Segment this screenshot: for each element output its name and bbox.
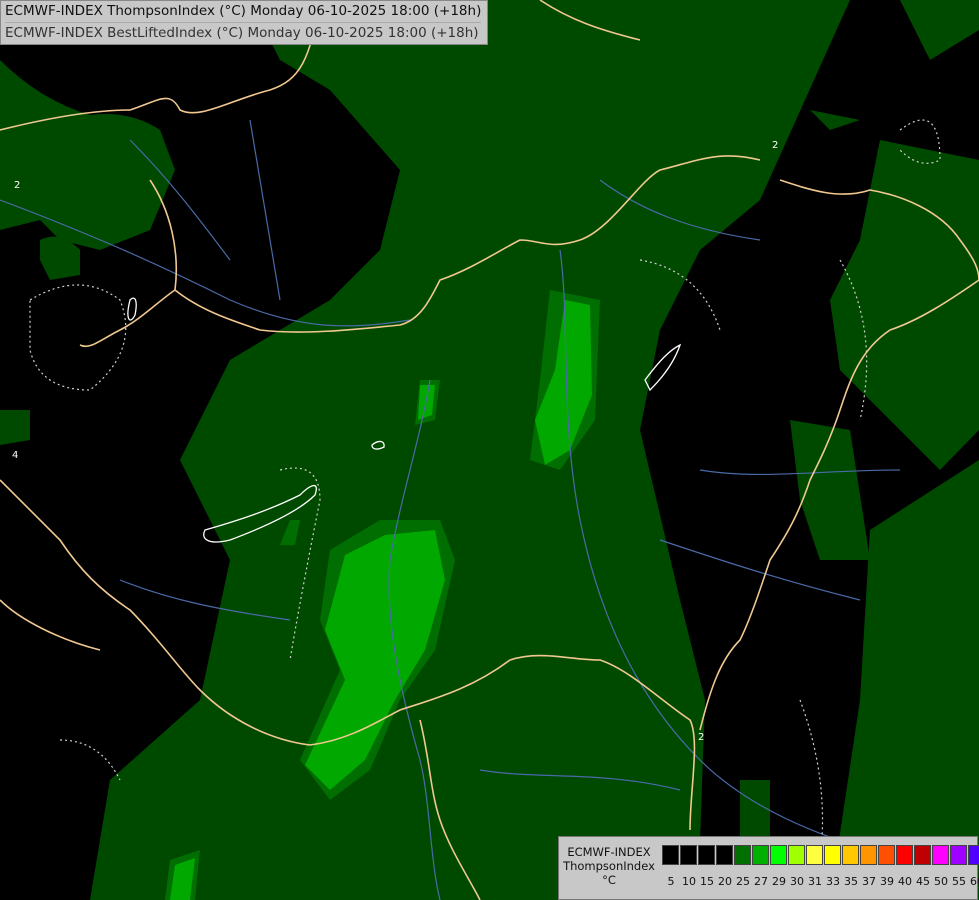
map-title-box: ECMWF-INDEX ThompsonIndex (°C) Monday 06… [0, 0, 489, 45]
map-title-best-lifted-index: ECMWF-INDEX BestLiftedIndex (°C) Monday … [5, 22, 482, 44]
contour-label: 2 [698, 732, 704, 743]
legend-tick-label: 35 [844, 875, 858, 888]
legend-swatches [662, 845, 979, 865]
legend-parameter: ThompsonIndex [563, 859, 655, 873]
legend-tick-label: 37 [862, 875, 876, 888]
legend-tick-label: 30 [790, 875, 804, 888]
legend-tick-label: 29 [772, 875, 786, 888]
legend-swatch [662, 845, 679, 865]
color-legend: ECMWF-INDEX ThompsonIndex °C 5 10 15 20 25 27… [558, 836, 979, 900]
map-title-thompson-index: ECMWF-INDEX ThompsonIndex (°C) Monday 06… [5, 3, 482, 19]
contour-label: 2 [14, 180, 20, 191]
legend-swatch [860, 845, 877, 865]
legend-tick-label: 10 [682, 875, 696, 888]
legend-swatch [896, 845, 913, 865]
legend-swatch [950, 845, 967, 865]
legend-swatch [842, 845, 859, 865]
legend-model: ECMWF-INDEX [567, 845, 651, 859]
legend-swatch [824, 845, 841, 865]
legend-tick-label: 5 [667, 875, 675, 888]
contour-label: 4 [12, 450, 18, 461]
legend-tick-label: 31 [808, 875, 822, 888]
legend-label: ECMWF-INDEX ThompsonIndex °C [561, 845, 657, 887]
legend-swatch [752, 845, 769, 865]
legend-swatch [770, 845, 787, 865]
legend-tick-label: 39 [880, 875, 894, 888]
legend-tick-label: 45 [916, 875, 930, 888]
legend-ticks: 5 10 15 20 25 27 29 30 31 33 35 37 39 40 45 50 55 60 [662, 875, 979, 888]
weather-map: 2 2 4 2 [0, 0, 979, 900]
legend-tick-label: 33 [826, 875, 840, 888]
legend-unit: °C [602, 873, 616, 887]
legend-tick-label: 40 [898, 875, 912, 888]
legend-tick-label: 15 [700, 875, 714, 888]
legend-swatch [698, 845, 715, 865]
contour-label: 2 [772, 140, 778, 151]
legend-swatch [932, 845, 949, 865]
legend-tick-label: 25 [736, 875, 750, 888]
legend-tick-label: 50 [934, 875, 948, 888]
legend-tick-label: 60 [970, 875, 979, 888]
legend-swatch [878, 845, 895, 865]
legend-tick-label: 20 [718, 875, 732, 888]
legend-swatch [968, 845, 979, 865]
legend-swatch [806, 845, 823, 865]
legend-swatch [914, 845, 931, 865]
legend-tick-label: 27 [754, 875, 768, 888]
legend-swatch [734, 845, 751, 865]
legend-swatch [680, 845, 697, 865]
legend-swatch [716, 845, 733, 865]
legend-swatch [788, 845, 805, 865]
legend-tick-label: 55 [952, 875, 966, 888]
